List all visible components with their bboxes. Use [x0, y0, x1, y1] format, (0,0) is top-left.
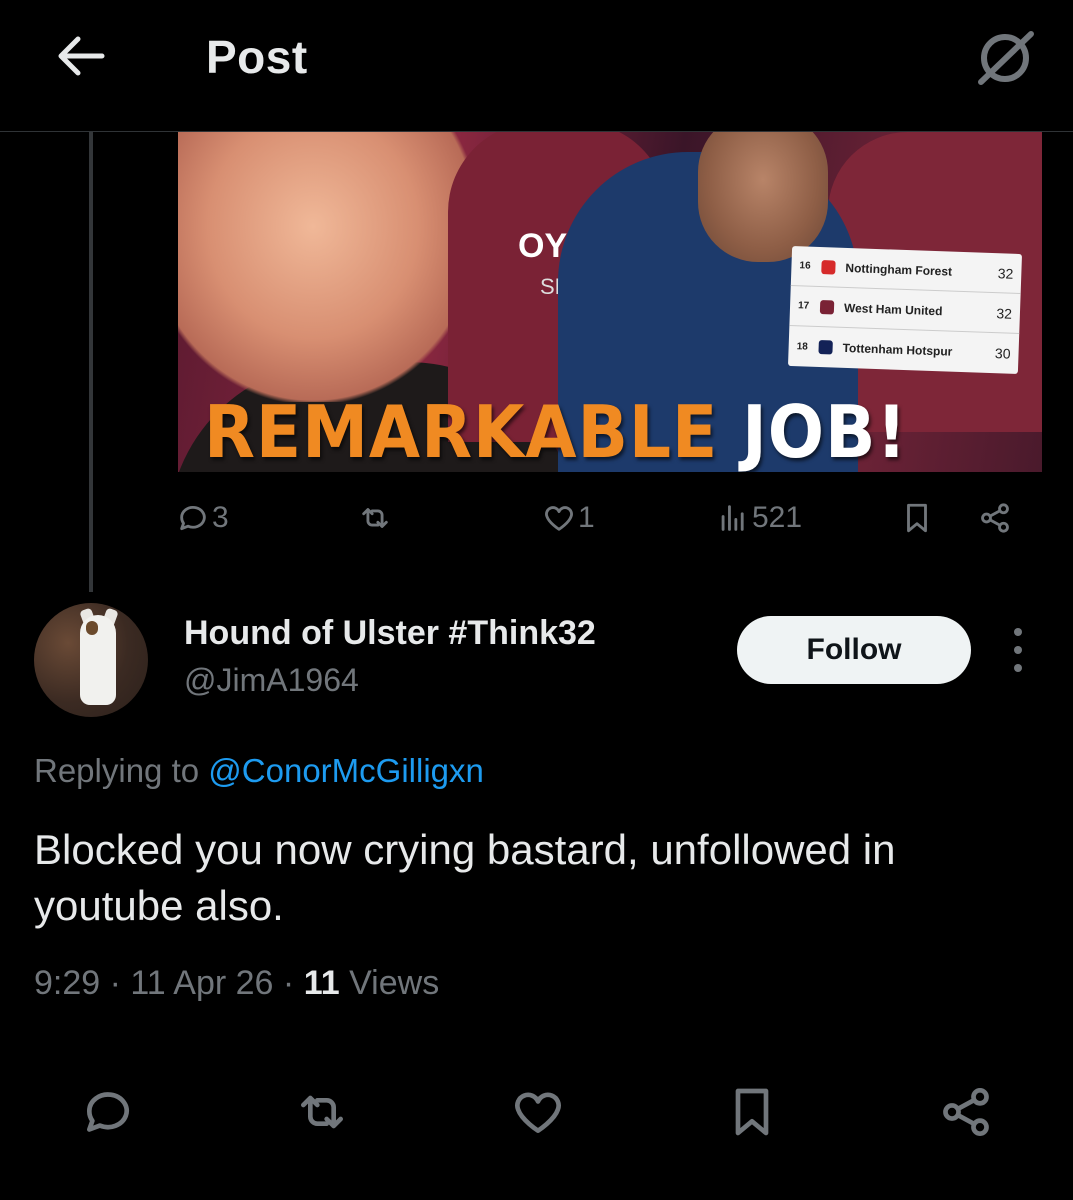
club-crest-icon: [819, 299, 835, 315]
table-position: 16: [799, 260, 811, 272]
headline-word-1: REMARKABLE: [204, 390, 719, 472]
bookmark-button[interactable]: [900, 496, 934, 540]
views-button[interactable]: 521: [716, 496, 802, 540]
meta-separator: ·: [109, 964, 121, 1002]
author-handle[interactable]: @JimA1964: [184, 662, 359, 699]
post-meta: 9:29 · 11 Apr 26 · 11 Views: [34, 964, 439, 1003]
author-display-name[interactable]: Hound of Ulster #Think32: [184, 614, 596, 653]
replying-prefix: Replying to: [34, 752, 200, 789]
share-button[interactable]: [936, 1082, 996, 1142]
replying-to-line: Replying to @ConorMcGilligxn: [34, 752, 484, 790]
quoted-post-actions: 3 1 521: [176, 496, 1026, 540]
like-button[interactable]: 1: [542, 496, 595, 540]
analytics-icon: [721, 505, 744, 531]
post-text: Blocked you now crying bastard, unfollow…: [34, 826, 896, 929]
repost-button[interactable]: [358, 496, 392, 540]
arrow-left-icon: [58, 36, 105, 76]
table-team: Tottenham Hotspur: [842, 340, 953, 359]
repost-icon: [301, 1095, 343, 1129]
share-icon: [981, 503, 1009, 533]
grok-icon: [978, 31, 1034, 85]
reply-icon: [180, 506, 206, 531]
heart-icon: [545, 506, 573, 531]
repost-button[interactable]: [292, 1082, 352, 1142]
more-options-button[interactable]: [1004, 628, 1032, 672]
bookmark-button[interactable]: [722, 1082, 782, 1142]
avatar-dog-spot: [86, 621, 98, 635]
like-count: 1: [578, 501, 595, 534]
more-dot-icon: [1014, 628, 1022, 636]
follow-button[interactable]: Follow: [737, 616, 971, 684]
reply-button[interactable]: [78, 1082, 138, 1142]
table-points: 32: [996, 304, 1013, 322]
top-bar: Post: [0, 0, 1073, 132]
post-date[interactable]: 11 Apr 26: [130, 964, 273, 1002]
share-button[interactable]: [978, 496, 1012, 540]
meta-separator: ·: [282, 964, 295, 1002]
reply-button[interactable]: 3: [176, 496, 229, 540]
more-dot-icon: [1014, 664, 1022, 672]
views-count: 521: [752, 501, 803, 534]
table-points: 32: [997, 264, 1014, 282]
table-points: 30: [994, 345, 1011, 362]
avatar[interactable]: [34, 603, 148, 717]
club-crest-icon: [821, 259, 836, 275]
table-team: West Ham United: [843, 300, 943, 318]
page-title: Post: [206, 31, 308, 83]
table-position: 18: [796, 340, 808, 353]
headline-word-2: JOB!: [742, 390, 908, 472]
club-crest-icon: [818, 340, 833, 355]
views-label: Views: [349, 964, 440, 1002]
table-position: 17: [797, 300, 810, 312]
thread-connector-line: [89, 132, 93, 592]
back-button[interactable]: [50, 28, 110, 84]
bookmark-icon: [907, 503, 927, 533]
repost-icon: [362, 508, 388, 528]
heart-icon: [515, 1092, 561, 1133]
like-button[interactable]: [508, 1082, 568, 1142]
media-coach-head: [698, 132, 828, 262]
more-dot-icon: [1014, 646, 1022, 654]
grok-button[interactable]: [973, 26, 1037, 90]
mention-link[interactable]: @ConorMcGilligxn: [208, 752, 484, 789]
media-headline: REMARKABLE JOB!: [204, 390, 908, 472]
post-actions: [0, 1082, 1073, 1142]
league-table-row: 18 Tottenham Hotspur 30: [788, 326, 1019, 374]
reply-count: 3: [212, 501, 229, 534]
bookmark-icon: [735, 1088, 769, 1136]
views-count: 11: [303, 964, 340, 1002]
reply-icon: [87, 1092, 129, 1132]
post-media-image[interactable]: OY SP 16 Nottingham Forest 32 17 West Ha…: [178, 132, 1042, 472]
league-table: 16 Nottingham Forest 32 17 West Ham Unit…: [787, 246, 1023, 374]
post-time[interactable]: 9:29: [34, 964, 100, 1002]
table-team: Nottingham Forest: [845, 260, 953, 279]
media-person-face: [178, 132, 478, 402]
share-icon: [943, 1087, 989, 1137]
